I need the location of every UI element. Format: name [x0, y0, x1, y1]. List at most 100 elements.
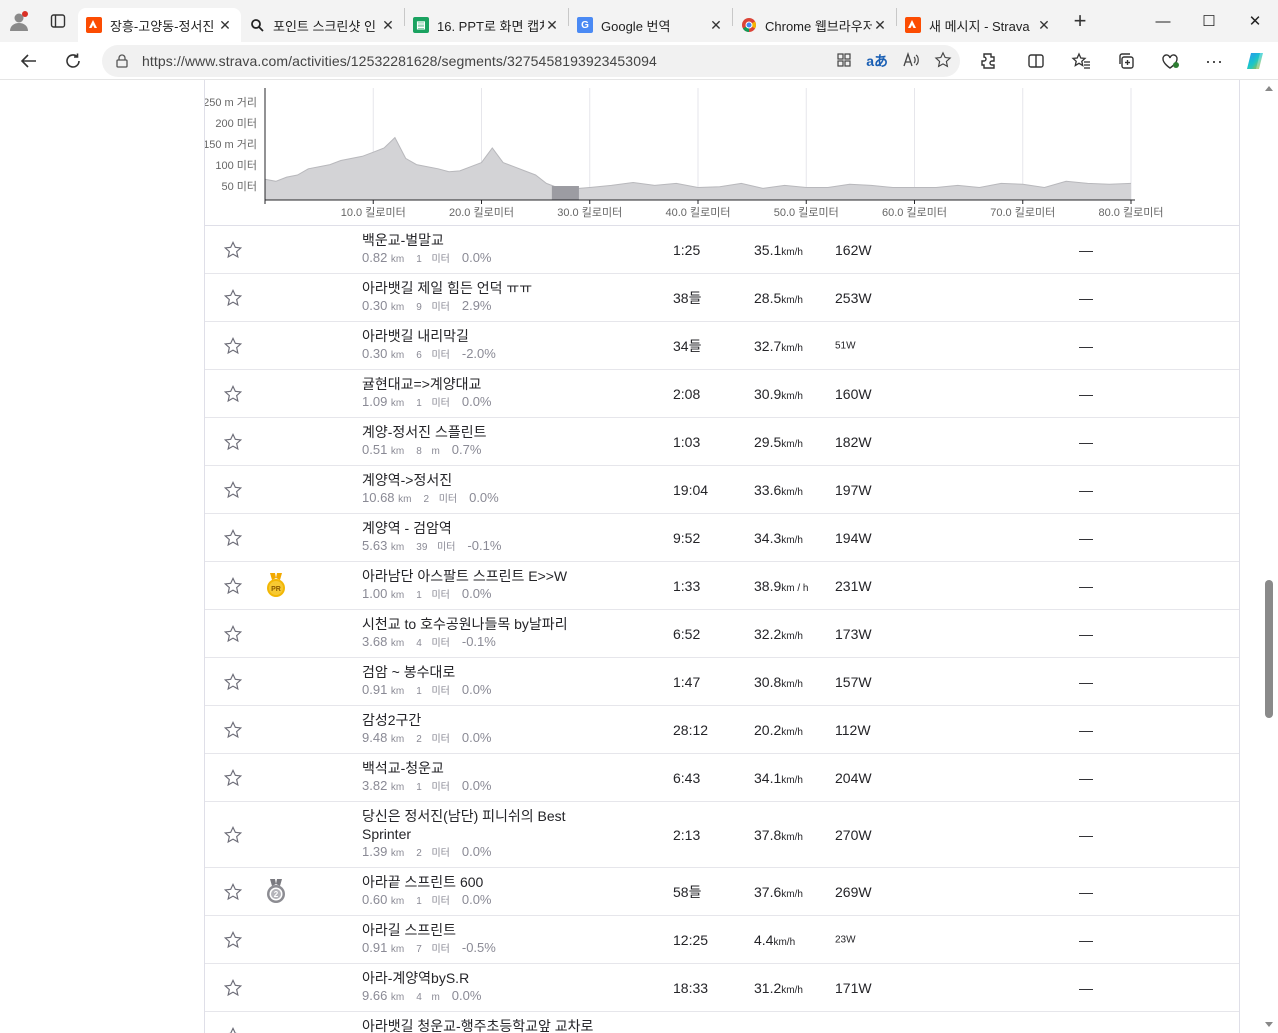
star-icon[interactable] [223, 768, 243, 788]
star-icon[interactable] [223, 1026, 243, 1033]
star-icon[interactable] [223, 336, 243, 356]
segment-name[interactable]: 아라길 스프린트 [362, 921, 602, 939]
close-tab-icon[interactable]: ✕ [544, 17, 560, 34]
collections-icon[interactable] [1111, 46, 1141, 76]
star-icon[interactable] [223, 288, 243, 308]
browser-essentials-icon[interactable] [1155, 46, 1185, 76]
scroll-up-icon[interactable] [1265, 86, 1273, 91]
browser-tab[interactable]: Chrome 웹브라우저 ✕ [733, 8, 896, 42]
segment-name[interactable]: 아라뱃길 내리막길 [362, 327, 602, 345]
segment-row[interactable]: 당신은 정서진(남단) 피니쉬의 Best Sprinter 1.39 km 2 미… [205, 802, 1239, 868]
favorite-star-icon[interactable] [934, 51, 952, 72]
segment-row[interactable]: 아라-계양역byS.R 9.66 km 4 m 0.0% 18:33 31.2km/h 17… [205, 964, 1239, 1012]
favorites-icon[interactable] [1066, 46, 1096, 76]
segment-speed: 37.8km/h [754, 826, 803, 843]
close-tab-icon[interactable]: ✕ [708, 17, 724, 34]
segment-meta: 0.51 km 8 m 0.7% [362, 442, 487, 457]
minimize-button[interactable]: — [1140, 0, 1186, 42]
star-icon[interactable] [223, 432, 243, 452]
segment-distance: 0.91 km [362, 682, 405, 697]
close-tab-icon[interactable]: ✕ [872, 17, 888, 34]
segment-row[interactable]: 검암 ~ 봉수대로 0.91 km 1 미터 0.0% 1:47 30.8km/h 157W… [205, 658, 1239, 706]
scroll-thumb[interactable] [1265, 580, 1273, 718]
close-tab-icon[interactable]: ✕ [1036, 17, 1052, 34]
segment-row[interactable]: 2 아라끝 스프린트 600 0.60 km 1 미터 0.0% 58들 37.6km/h 2… [205, 868, 1239, 916]
browser-tab[interactable]: 새 메시지 - Strava ✕ [897, 8, 1060, 42]
segment-row[interactable]: 아라길 스프린트 0.91 km 7 미터 -0.5% 12:25 4.4km/h 23W — [205, 916, 1239, 964]
segment-name[interactable]: 계양역 - 검암역 [362, 519, 602, 537]
segment-name[interactable]: 귤현대교=>계양대교 [362, 375, 602, 393]
star-icon[interactable] [223, 384, 243, 404]
maximize-button[interactable]: ☐ [1186, 0, 1232, 42]
star-icon[interactable] [223, 672, 243, 692]
segment-power: 204W [835, 769, 872, 786]
star-icon[interactable] [223, 978, 243, 998]
segment-name[interactable]: 검암 ~ 봉수대로 [362, 663, 602, 681]
star-icon[interactable] [223, 882, 243, 902]
segment-speed-unit: km/h [781, 678, 803, 690]
refresh-button[interactable] [58, 46, 88, 76]
segment-name[interactable]: 아라뱃길 제일 힘든 언덕 ㅠㅠ [362, 279, 602, 297]
segment-name[interactable]: 감성2구간 [362, 711, 602, 729]
segment-row[interactable]: 계양역 - 검암역 5.63 km 39 미터 -0.1% 9:52 34.3km/h 19… [205, 514, 1239, 562]
segment-row[interactable]: 백운교-벌말교 0.82 km 1 미터 0.0% 1:25 35.1km/h 162W — [205, 226, 1239, 274]
app-available-icon[interactable] [836, 52, 852, 71]
segment-name[interactable]: 아라남단 아스팔트 스프린트 E>>W [362, 567, 602, 585]
segment-name[interactable]: 백석교-청운교 [362, 759, 602, 777]
segment-name[interactable]: 계양-정서진 스플린트 [362, 423, 602, 441]
star-icon[interactable] [223, 240, 243, 260]
segment-name[interactable]: 당신은 정서진(남단) 피니쉬의 Best Sprinter [362, 807, 602, 843]
split-screen-icon[interactable] [1021, 46, 1051, 76]
segment-row[interactable]: 계양-정서진 스플린트 0.51 km 8 m 0.7% 1:03 29.5km/h 182… [205, 418, 1239, 466]
browser-tab[interactable]: ▤ 16. PPT로 화면 캡처 ✕ [405, 8, 568, 42]
close-window-button[interactable]: ✕ [1232, 0, 1278, 42]
segment-name[interactable]: 계양역->정서진 [362, 471, 602, 489]
star-icon[interactable] [223, 930, 243, 950]
more-menu-icon[interactable]: ··· [1199, 46, 1229, 76]
segment-row[interactable]: 백석교-청운교 3.82 km 1 미터 0.0% 6:43 34.1km/h 204W — [205, 754, 1239, 802]
segment-row[interactable]: 귤현대교=>계양대교 1.09 km 1 미터 0.0% 2:08 30.9km/h 160… [205, 370, 1239, 418]
profile-icon[interactable] [0, 0, 38, 42]
extensions-icon[interactable] [974, 46, 1004, 76]
translate-icon[interactable]: aあ [866, 51, 888, 71]
back-button[interactable] [14, 46, 44, 76]
segment-row[interactable]: 아라뱃길 제일 힘든 언덕 ㅠㅠ 0.30 km 9 미터 2.9% 38들 28.5km… [205, 274, 1239, 322]
elevation-chart-svg: 250 m 거리 200 미터 150 m 거리 100 미터 50 미터 10.0 킬로… [205, 88, 1163, 219]
browser-tab[interactable]: G Google 번역 ✕ [569, 8, 732, 42]
segment-row[interactable]: 계양역->정서진 10.68 km 2 미터 0.0% 19:04 33.6km/h 197… [205, 466, 1239, 514]
star-icon[interactable] [223, 576, 243, 596]
segment-name[interactable]: 백운교-벌말교 [362, 231, 602, 249]
close-tab-icon[interactable]: ✕ [380, 17, 396, 34]
browser-tab[interactable]: 장흥-고양동-정서진 ✕ [78, 8, 241, 42]
segment-row[interactable]: 아라뱃길 청운교-행주초등학교앞 교차로 [205, 1012, 1239, 1033]
tab-actions-icon[interactable] [38, 0, 78, 42]
new-tab-button[interactable]: + [1060, 0, 1100, 42]
segment-name[interactable]: 아라-계양역byS.R [362, 969, 602, 987]
segment-name[interactable]: 아라뱃길 청운교-행주초등학교앞 교차로 [362, 1017, 602, 1033]
segment-elevation-unit: 미터 [431, 686, 450, 697]
segment-grade: 2.9% [461, 298, 492, 313]
read-aloud-icon[interactable] [902, 51, 920, 71]
lock-icon[interactable] [102, 54, 142, 68]
segment-elevation: 1 미터 [416, 250, 456, 265]
scroll-down-icon[interactable] [1265, 1022, 1273, 1027]
segment-name[interactable]: 시천교 to 호수공원나들목 by날파리 [362, 615, 602, 633]
star-icon[interactable] [223, 624, 243, 644]
segment-row[interactable]: 감성2구간 9.48 km 2 미터 0.0% 28:12 20.2km/h 112W — [205, 706, 1239, 754]
page-scrollbar[interactable] [1261, 80, 1278, 1033]
segment-time: 1:25 [673, 241, 701, 258]
star-icon[interactable] [223, 825, 243, 845]
browser-tab[interactable]: 포인트 스크린샷 인 ✕ [241, 8, 404, 42]
segment-distance: 0.30 km [362, 298, 405, 313]
segment-row[interactable]: PR 아라남단 아스팔트 스프린트 E>>W 1.00 km 1 미터 0.0% 1:33… [205, 562, 1239, 610]
url-text[interactable]: https://www.strava.com/activities/125322… [142, 53, 657, 69]
address-bar[interactable]: https://www.strava.com/activities/125322… [102, 45, 960, 77]
star-icon[interactable] [223, 720, 243, 740]
segment-row[interactable]: 아라뱃길 내리막길 0.30 km 6 미터 -2.0% 34들 32.7km/h 51W — [205, 322, 1239, 370]
segment-name[interactable]: 아라끝 스프린트 600 [362, 873, 602, 891]
segment-row[interactable]: 시천교 to 호수공원나들목 by날파리 3.68 km 4 미터 -0.1% 6:52… [205, 610, 1239, 658]
close-tab-icon[interactable]: ✕ [217, 17, 233, 34]
copilot-icon[interactable] [1240, 46, 1270, 76]
star-icon[interactable] [223, 528, 243, 548]
star-icon[interactable] [223, 480, 243, 500]
